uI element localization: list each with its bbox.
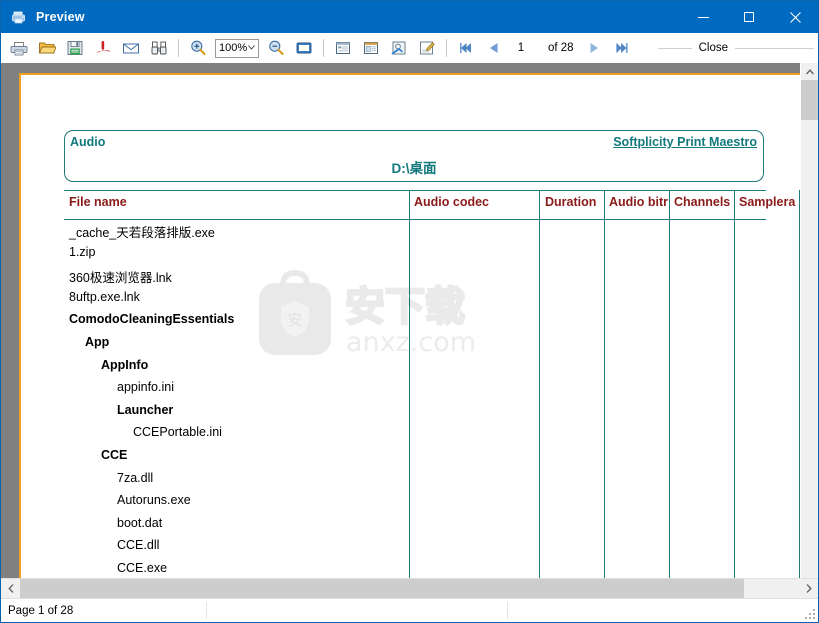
single-page-layout-button[interactable]	[330, 35, 356, 61]
report-title: Audio	[70, 135, 106, 149]
scroll-right-button[interactable]	[799, 579, 818, 598]
fit-page-button[interactable]	[291, 35, 317, 61]
zoom-level-value: 100%	[219, 42, 248, 54]
vertical-scroll-thumb[interactable]	[801, 80, 818, 120]
report-header-box: Audio Softplicity Print Maestro D:\桌面	[64, 130, 764, 182]
preview-app-icon	[10, 8, 28, 26]
page-setup-button[interactable]	[386, 35, 412, 61]
fit-page-icon	[296, 42, 312, 54]
status-cell-3	[508, 606, 515, 618]
column-divider-4	[734, 190, 735, 578]
previous-page-icon	[490, 43, 498, 53]
horizontal-scroll-track[interactable]	[20, 579, 799, 598]
scroll-up-button[interactable]	[801, 63, 818, 80]
column-divider-0	[409, 190, 410, 578]
page-setup-icon	[391, 41, 406, 55]
printer-icon	[10, 42, 28, 56]
binoculars-icon	[151, 41, 167, 55]
report-table: File name Audio codec Duration Audio bitr Ch…	[64, 190, 800, 578]
next-page-button[interactable]	[581, 35, 607, 61]
window-title: Preview	[36, 10, 85, 24]
two-page-icon	[364, 42, 378, 54]
status-bar: Page 1 of 28	[1, 598, 818, 622]
close-toolbar-group: Close	[657, 42, 814, 54]
report-path: D:\桌面	[391, 161, 437, 176]
close-rule-left	[657, 47, 692, 49]
close-button[interactable]: Close	[692, 42, 735, 54]
page-count-label: of 28	[548, 42, 574, 54]
horizontal-scrollbar[interactable]	[1, 578, 818, 598]
zoom-out-button[interactable]	[263, 35, 289, 61]
horizontal-scroll-thumb[interactable]	[20, 579, 745, 598]
preview-window: Preview 100% 1 of 28 Close Audio Softpli…	[0, 0, 819, 623]
floppy-save-icon	[67, 41, 83, 55]
minimize-icon	[697, 16, 709, 18]
print-button[interactable]	[6, 35, 32, 61]
resize-grip[interactable]	[804, 608, 815, 619]
next-page-icon	[590, 43, 598, 53]
pencil-edit-icon	[420, 41, 435, 55]
find-button[interactable]	[146, 35, 172, 61]
toolbar-separator-1	[178, 39, 179, 57]
last-page-button[interactable]	[609, 35, 635, 61]
minimize-button[interactable]	[680, 1, 726, 33]
status-segment-2	[207, 602, 507, 620]
status-page-info: Page 1 of 28	[8, 604, 74, 617]
magnifier-minus-icon	[269, 40, 284, 56]
toolbar: 100% 1 of 28 Close	[1, 33, 818, 63]
chevron-down-icon	[248, 44, 255, 50]
save-button[interactable]	[62, 35, 88, 61]
edit-page-button[interactable]	[414, 35, 440, 61]
current-page-value[interactable]: 1	[512, 42, 530, 54]
table-column-dividers	[64, 190, 800, 578]
scroll-left-button[interactable]	[1, 579, 20, 598]
pdf-export-icon	[96, 41, 111, 53]
status-segment-page: Page 1 of 28	[1, 605, 206, 617]
chevron-right-icon	[806, 584, 812, 593]
zoom-level-combobox[interactable]: 100%	[215, 38, 259, 58]
first-page-icon	[460, 43, 471, 53]
maximize-button[interactable]	[726, 1, 772, 33]
open-file-button[interactable]	[34, 35, 60, 61]
document-page: Audio Softplicity Print Maestro D:\桌面 安	[19, 73, 800, 578]
export-pdf-button[interactable]	[90, 35, 116, 61]
last-page-icon	[615, 43, 628, 53]
chevron-left-icon	[7, 584, 13, 593]
zoom-in-button[interactable]	[185, 35, 211, 61]
toolbar-separator-2	[323, 39, 324, 57]
status-segment-3	[508, 602, 818, 620]
maximize-icon	[744, 12, 754, 22]
first-page-button[interactable]	[453, 35, 479, 61]
close-rule-right	[734, 47, 814, 49]
previous-page-button[interactable]	[481, 35, 507, 61]
preview-area: Audio Softplicity Print Maestro D:\桌面 安	[1, 63, 818, 578]
column-divider-2	[604, 190, 605, 578]
send-mail-button[interactable]	[118, 35, 144, 61]
vertical-scroll-track[interactable]	[801, 80, 818, 578]
close-icon	[789, 11, 801, 23]
page-content: Audio Softplicity Print Maestro D:\桌面 安	[21, 75, 800, 578]
chevron-up-icon	[805, 68, 814, 74]
envelope-icon	[123, 43, 139, 54]
title-bar: Preview	[1, 1, 818, 33]
column-divider-1	[539, 190, 540, 578]
report-brand-link[interactable]: Softplicity Print Maestro	[613, 135, 757, 149]
column-divider-3	[669, 190, 670, 578]
close-window-button[interactable]	[772, 1, 818, 33]
open-folder-icon	[38, 42, 56, 54]
magnifier-plus-icon	[191, 40, 206, 56]
page-viewport[interactable]: Audio Softplicity Print Maestro D:\桌面 安	[1, 63, 800, 578]
two-page-layout-button[interactable]	[358, 35, 384, 61]
status-cell-2	[207, 606, 214, 618]
vertical-scrollbar[interactable]	[800, 63, 818, 578]
single-page-icon	[336, 42, 350, 54]
toolbar-separator-3	[446, 39, 447, 57]
